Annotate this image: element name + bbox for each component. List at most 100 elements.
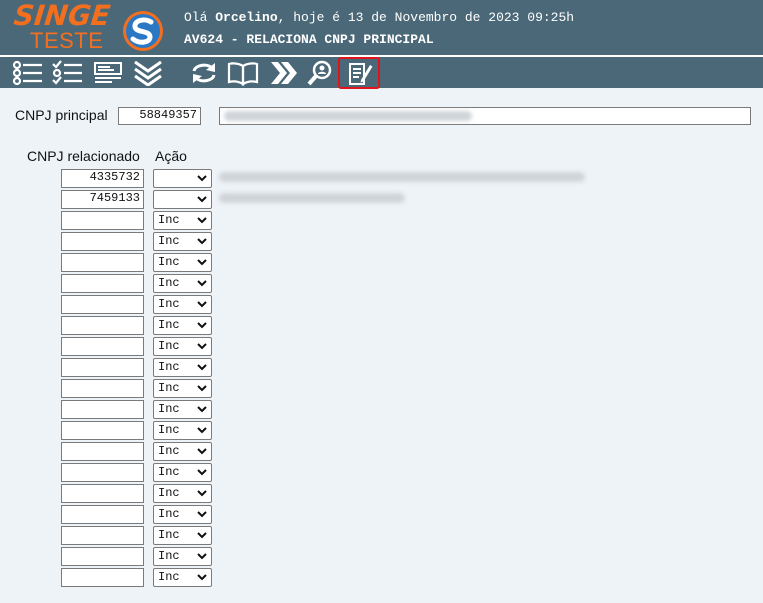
action-select[interactable]: Inc [153,337,212,356]
action-select-value: Inc [158,423,180,437]
action-select[interactable]: Inc [153,484,212,503]
related-cnpj-input[interactable] [61,337,144,356]
company-name-field[interactable] [219,107,751,125]
form-icon [94,62,122,83]
related-cnpj-input[interactable] [61,295,144,314]
action-select[interactable]: Inc [153,274,212,293]
logo-singe: SINGE [12,0,112,32]
action-select[interactable] [153,169,212,188]
related-cnpj-input[interactable]: 7459133 [61,190,144,209]
related-cnpj-input[interactable] [61,232,144,251]
list-icon [12,60,42,86]
chevrons-down-icon [134,60,162,86]
chevron-down-icon [197,532,207,539]
chevron-down-icon [197,406,207,413]
forward-button[interactable] [265,58,301,88]
action-select-value: Inc [158,570,180,584]
action-select[interactable]: Inc [153,295,212,314]
related-cnpj-input[interactable] [61,316,144,335]
cnpj-principal-input[interactable]: 58849357 [118,107,201,125]
action-select[interactable]: Inc [153,211,212,230]
action-select-value: Inc [158,507,180,521]
action-select[interactable] [153,190,212,209]
action-select[interactable]: Inc [153,316,212,335]
chevron-down-icon [197,196,207,203]
chevron-down-icon [197,469,207,476]
expand-down-button[interactable] [130,58,166,88]
related-cnpj-input[interactable] [61,253,144,272]
related-cnpj-input[interactable]: 4335732 [61,169,144,188]
action-select-value: Inc [158,297,180,311]
related-cnpj-input[interactable] [61,400,144,419]
related-cnpj-input[interactable] [61,547,144,566]
action-select-value: Inc [158,444,180,458]
toolbar [0,57,763,89]
related-cnpj-input[interactable] [61,379,144,398]
action-select[interactable]: Inc [153,379,212,398]
chevrons-right-icon [271,62,297,84]
book-icon [227,62,259,86]
related-cnpj-input[interactable] [61,505,144,524]
redacted-related-name-1 [219,172,585,182]
chevron-down-icon [197,175,207,182]
form-button[interactable] [91,58,127,88]
chevron-down-icon [197,280,207,287]
action-select-value: Inc [158,234,180,248]
action-select-value: Inc [158,549,180,563]
chevron-down-icon [197,490,207,497]
action-select-value: Inc [158,318,180,332]
related-cnpj-input[interactable] [61,358,144,377]
chevron-down-icon [197,238,207,245]
greeting: Olá Orcelino, hoje é 13 de Novembro de 2… [184,10,574,25]
chevron-down-icon [197,448,207,455]
cnpj-principal-label: CNPJ principal [15,107,108,123]
action-select[interactable]: Inc [153,421,212,440]
chevron-down-icon [197,574,207,581]
action-select-value: Inc [158,339,180,353]
acao-header: Ação [155,148,187,164]
user-name: Orcelino [215,10,278,25]
action-select[interactable]: Inc [153,505,212,524]
program-title: AV624 - RELACIONA CNPJ PRINCIPAL [184,32,434,47]
chevron-down-icon [197,322,207,329]
related-cnpj-input[interactable] [61,463,144,482]
checklist-icon [52,60,82,85]
action-select-value: Inc [158,276,180,290]
greeting-prefix: Olá [184,10,216,25]
action-select[interactable]: Inc [153,547,212,566]
action-select-value: Inc [158,213,180,227]
related-cnpj-input[interactable] [61,211,144,230]
related-cnpj-input[interactable] [61,421,144,440]
action-select-value: Inc [158,528,180,542]
action-select-value: Inc [158,465,180,479]
action-select[interactable]: Inc [153,232,212,251]
action-select[interactable]: Inc [153,253,212,272]
related-cnpj-input[interactable] [61,568,144,587]
action-select[interactable]: Inc [153,358,212,377]
action-select[interactable]: Inc [153,568,212,587]
related-cnpj-input[interactable] [61,442,144,461]
search-button[interactable] [303,58,339,88]
action-select[interactable]: Inc [153,526,212,545]
chevron-down-icon [197,427,207,434]
chevron-down-icon [197,511,207,518]
chevron-down-icon [197,259,207,266]
refresh-button[interactable] [186,58,222,88]
brand-logo-icon [123,11,163,51]
action-select[interactable]: Inc [153,463,212,482]
action-select[interactable]: Inc [153,400,212,419]
app-header: SINGE TESTE Olá Orcelino, hoje é 13 de N… [0,0,763,56]
checklist-button[interactable] [50,58,86,88]
edit-document-button[interactable] [338,57,380,89]
logo-environment: TESTE [30,28,104,53]
chevron-down-icon [197,343,207,350]
cnpj-relacionado-header: CNPJ relacionado [27,148,140,164]
related-cnpj-input[interactable] [61,274,144,293]
list-button[interactable] [10,58,46,88]
related-cnpj-input[interactable] [61,484,144,503]
action-select-value: Inc [158,486,180,500]
related-cnpj-input[interactable] [61,526,144,545]
redacted-company-name [224,111,472,121]
action-select[interactable]: Inc [153,442,212,461]
book-button[interactable] [225,58,261,88]
